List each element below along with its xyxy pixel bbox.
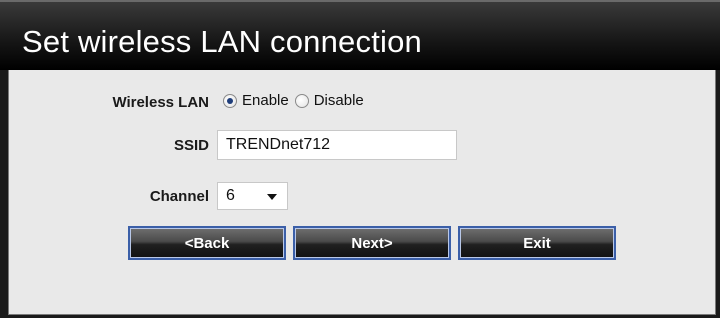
channel-value: 6 <box>226 187 235 204</box>
next-button[interactable]: Next> <box>293 226 451 260</box>
wizard-panel: Wireless LAN Enable Disable SSID Channel… <box>8 70 716 315</box>
wireless-lan-enable-radio[interactable] <box>223 93 237 108</box>
back-button[interactable]: <Back <box>128 226 286 260</box>
ssid-label: SSID <box>173 137 209 154</box>
exit-button[interactable]: Exit <box>458 226 616 260</box>
wireless-lan-radio-group: Enable Disable <box>223 92 370 109</box>
page-title: Set wireless LAN connection <box>22 24 422 59</box>
window-frame: Set wireless LAN connection Wireless LAN… <box>0 0 720 318</box>
chevron-down-icon <box>267 194 277 200</box>
channel-label: Channel <box>149 188 209 205</box>
title-bar: Set wireless LAN connection <box>0 2 720 70</box>
wireless-lan-disable-radio[interactable] <box>294 93 309 108</box>
wireless-lan-label: Wireless LAN <box>112 94 209 111</box>
channel-select[interactable]: 6 <box>217 182 288 210</box>
ssid-input[interactable] <box>217 130 457 160</box>
wireless-lan-enable-label[interactable]: Enable <box>242 92 289 109</box>
wireless-lan-disable-label[interactable]: Disable <box>314 92 364 109</box>
